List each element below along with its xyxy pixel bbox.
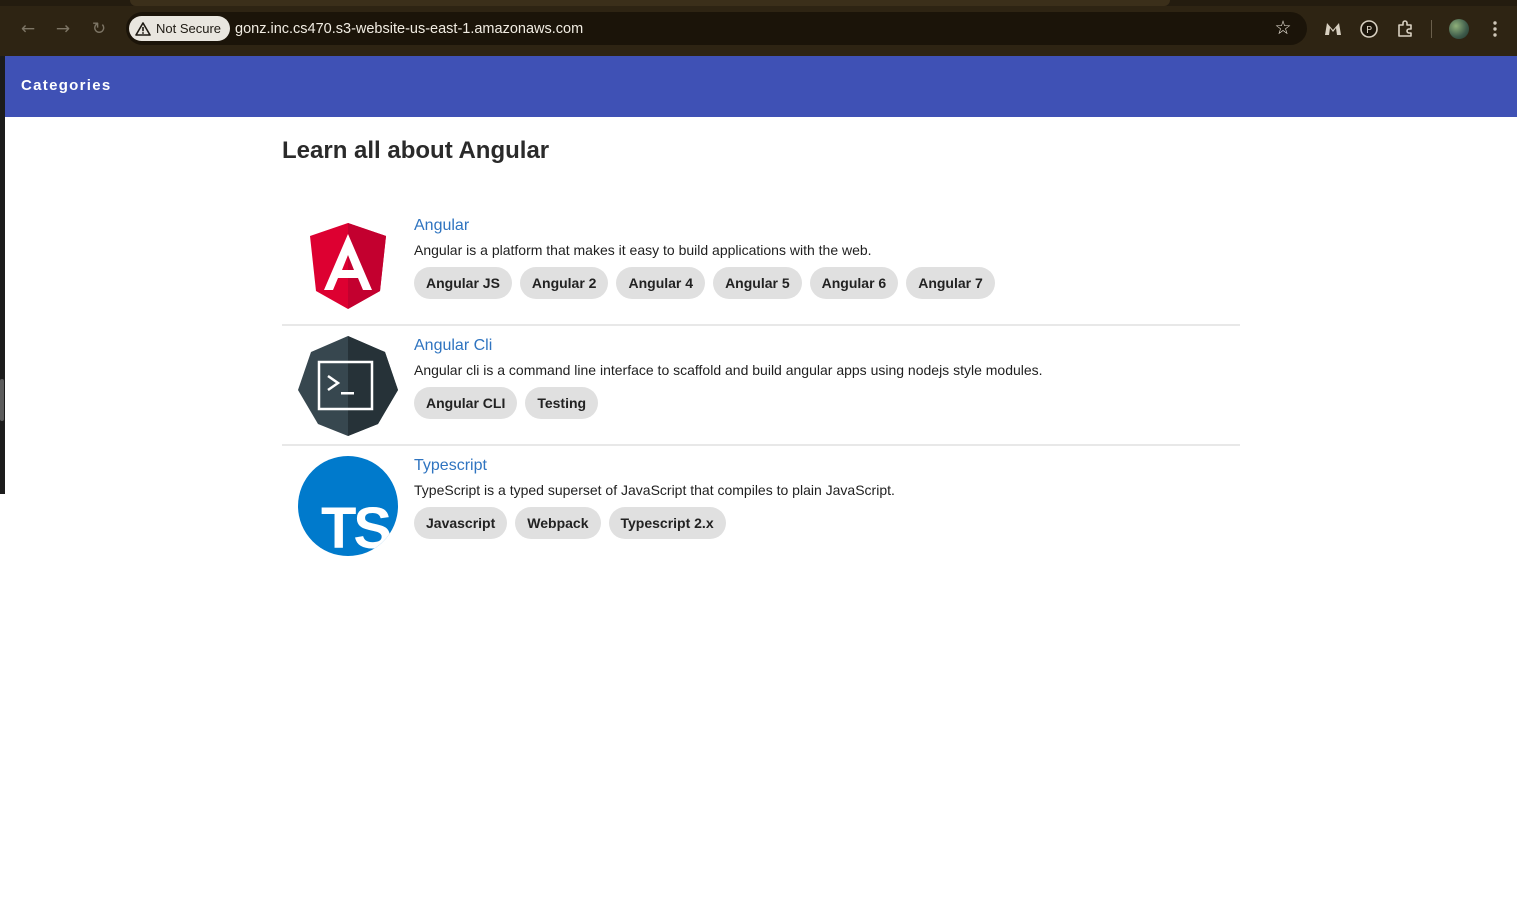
tag-chip[interactable]: Angular 4	[616, 267, 706, 299]
url-text[interactable]: gonz.inc.cs470.s3-website-us-east-1.amaz…	[235, 19, 583, 39]
tag-list: Angular JS Angular 2 Angular 4 Angular 5…	[414, 267, 995, 299]
tag-chip[interactable]: Testing	[525, 387, 599, 419]
profile-avatar[interactable]	[1449, 19, 1469, 39]
tag-chip[interactable]: Angular JS	[414, 267, 512, 299]
kebab-menu-icon[interactable]	[1484, 18, 1506, 40]
angular-shield-logo	[310, 223, 386, 309]
terminal-logo	[298, 336, 398, 436]
tag-chip[interactable]: Angular 7	[906, 267, 995, 299]
resize-handle[interactable]	[0, 379, 4, 421]
category-list: Angular Angular is a platform that makes…	[282, 206, 1240, 566]
tag-chip[interactable]: Angular 6	[809, 267, 899, 299]
bookmark-star-icon[interactable]: ☆	[1272, 17, 1294, 39]
category-item-angular-cli: Angular Cli Angular cli is a command lin…	[282, 326, 1240, 446]
warning-triangle-icon	[135, 21, 151, 36]
tag-chip[interactable]: Javascript	[414, 507, 508, 539]
malwarebytes-extension-icon[interactable]	[1322, 18, 1344, 40]
typescript-logo-text: TS	[321, 496, 390, 556]
category-title[interactable]: Typescript	[414, 456, 487, 476]
tag-list: Javascript Webpack Typescript 2.x	[414, 507, 726, 539]
tag-list: Angular CLI Testing	[414, 387, 599, 419]
category-item-angular: Angular Angular is a platform that makes…	[282, 206, 1240, 326]
tag-chip[interactable]: Angular 2	[519, 267, 609, 299]
back-arrow-icon[interactable]: ←	[16, 17, 40, 41]
category-item-typescript: TS Typescript TypeScript is a typed supe…	[282, 446, 1240, 566]
page-title: Learn all about Angular	[282, 137, 550, 164]
toolbar-title: Categories	[21, 77, 112, 94]
browser-chrome: ← → ↻ Not Secure gonz.inc.cs470.s3-websi…	[0, 0, 1517, 56]
app-toolbar: Categories	[5, 56, 1517, 117]
category-description: Angular cli is a command line interface …	[414, 362, 1043, 378]
reload-icon[interactable]: ↻	[87, 17, 111, 41]
privacy-extension-icon[interactable]: P	[1358, 18, 1380, 40]
typescript-logo: TS	[298, 456, 398, 556]
tag-chip[interactable]: Angular 5	[713, 267, 802, 299]
tag-chip[interactable]: Webpack	[515, 507, 601, 539]
category-title[interactable]: Angular	[414, 216, 469, 236]
tag-chip[interactable]: Angular CLI	[414, 387, 518, 419]
category-title[interactable]: Angular Cli	[414, 336, 492, 356]
category-description: Angular is a platform that makes it easy…	[414, 242, 872, 258]
security-indicator[interactable]: Not Secure	[129, 16, 231, 41]
forward-arrow-icon[interactable]: →	[51, 17, 75, 41]
security-label: Not Secure	[156, 21, 222, 36]
toolbar-separator	[1431, 20, 1432, 38]
category-description: TypeScript is a typed superset of JavaSc…	[414, 482, 895, 498]
svg-text:P: P	[1366, 25, 1372, 36]
active-tab-edge[interactable]	[130, 0, 1170, 6]
side-panel-edge	[0, 56, 5, 494]
tag-chip[interactable]: Typescript 2.x	[608, 507, 726, 539]
extensions-puzzle-icon[interactable]	[1394, 18, 1416, 40]
